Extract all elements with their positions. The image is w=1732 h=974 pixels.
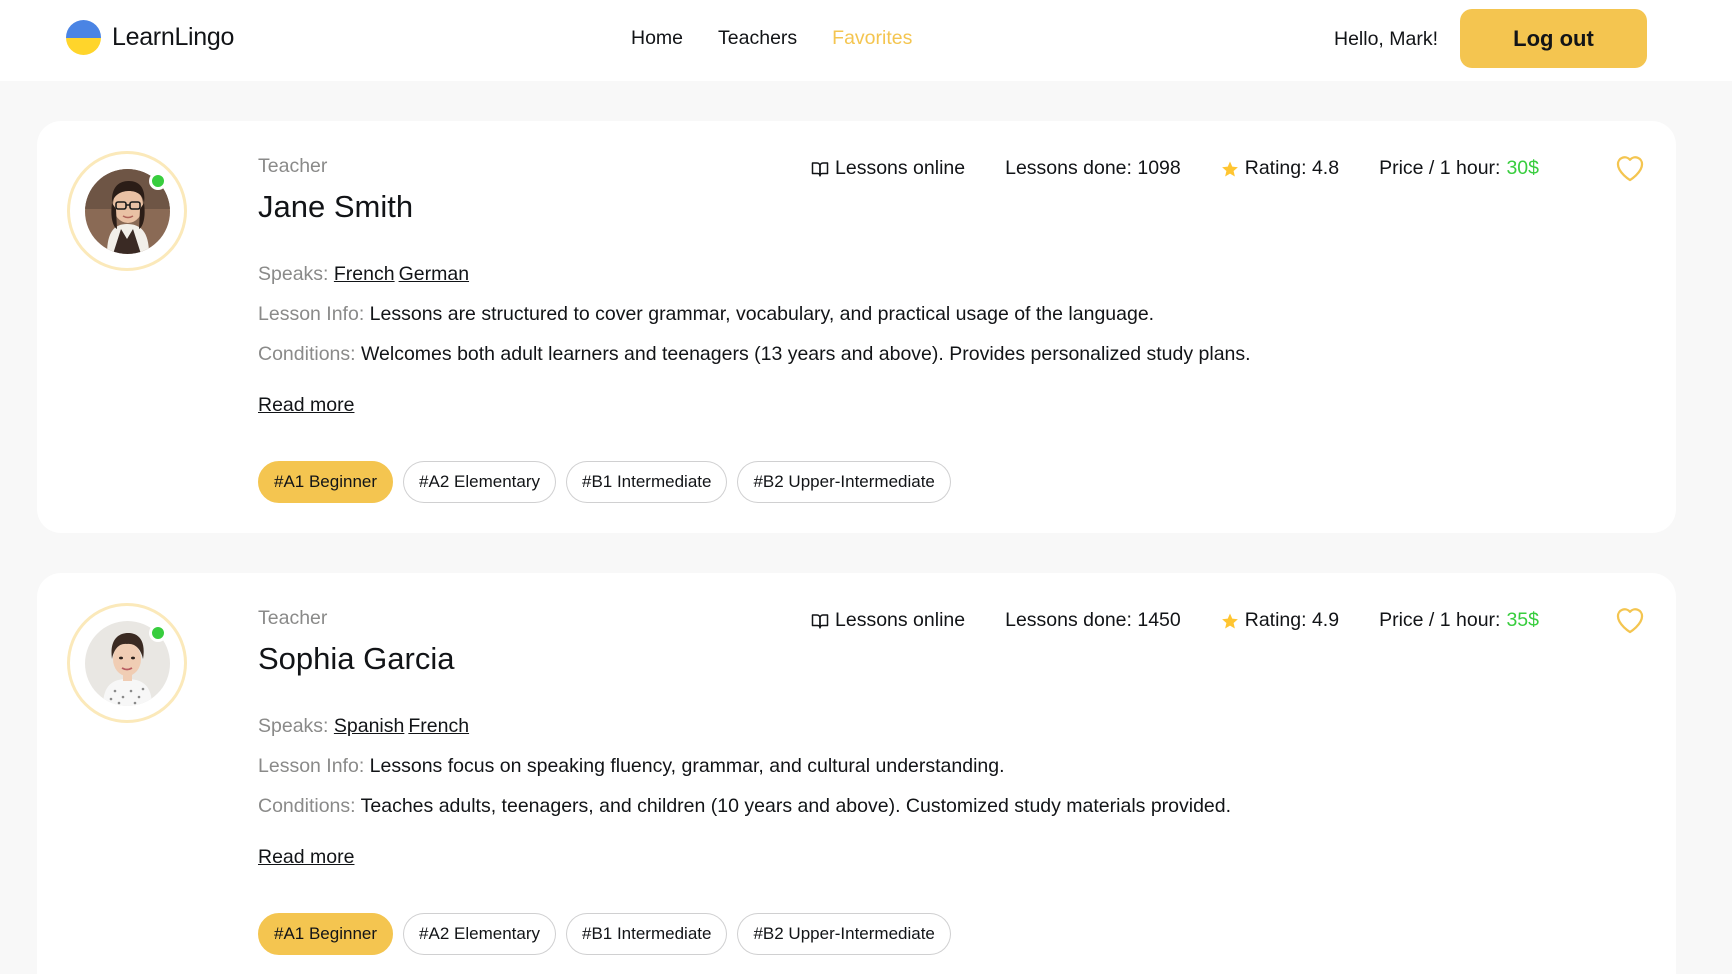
teacher-card: Teacher Sophia Garcia Lessons online Les… bbox=[37, 573, 1676, 974]
lessons-online-stat: Lessons online bbox=[811, 609, 965, 632]
book-open-icon bbox=[811, 613, 829, 628]
logout-button[interactable]: Log out bbox=[1460, 9, 1647, 68]
level-tag[interactable]: #A1 Beginner bbox=[258, 913, 394, 955]
nav-home[interactable]: Home bbox=[631, 27, 683, 50]
speaks-row: Speaks: Spanish French bbox=[258, 715, 473, 738]
teacher-name: Jane Smith bbox=[258, 189, 414, 224]
lesson-info-key: Lesson Info: bbox=[258, 303, 365, 325]
online-status-dot bbox=[149, 172, 167, 190]
rating-value: Rating: 4.8 bbox=[1244, 157, 1340, 179]
speaks-key: Speaks: bbox=[258, 715, 329, 737]
rating-stat: Rating: 4.9 bbox=[1221, 609, 1339, 632]
read-more-link[interactable]: Read more bbox=[258, 394, 354, 417]
language-link[interactable]: French bbox=[408, 715, 469, 737]
level-tag[interactable]: #B1 Intermediate bbox=[565, 461, 728, 503]
language-link[interactable]: French bbox=[334, 263, 395, 285]
nav-favorites[interactable]: Favorites bbox=[832, 27, 912, 50]
conditions-row: Conditions: Teaches adults, teenagers, a… bbox=[258, 795, 1231, 818]
price-label: Price / 1 hour: bbox=[1379, 157, 1501, 179]
lesson-info-text: Lessons focus on speaking fluency, gramm… bbox=[369, 755, 1005, 777]
level-tag[interactable]: #A2 Elementary bbox=[403, 913, 556, 955]
heart-outline-icon[interactable] bbox=[1613, 151, 1647, 185]
level-tag[interactable]: #B2 Upper-Intermediate bbox=[737, 913, 951, 955]
level-tag[interactable]: #A1 Beginner bbox=[258, 461, 394, 503]
teacher-label: Teacher bbox=[258, 607, 328, 629]
conditions-text: Welcomes both adult learners and teenage… bbox=[360, 343, 1251, 365]
level-tag[interactable]: #B2 Upper-Intermediate bbox=[737, 461, 951, 503]
ukraine-flag-icon bbox=[66, 20, 101, 55]
online-status-dot bbox=[149, 624, 167, 642]
lesson-info-key: Lesson Info: bbox=[258, 755, 365, 777]
level-tags: #A1 Beginner #A2 Elementary #B1 Intermed… bbox=[258, 913, 951, 955]
avatar-frame bbox=[67, 603, 187, 723]
lesson-info-row: Lesson Info: Lessons are structured to c… bbox=[258, 303, 1154, 326]
teacher-card: Teacher Jane Smith Lessons online Lesson… bbox=[37, 121, 1676, 533]
brand-name: LearnLingo bbox=[112, 23, 235, 51]
level-tags: #A1 Beginner #A2 Elementary #B1 Intermed… bbox=[258, 461, 951, 503]
conditions-key: Conditions: bbox=[258, 795, 356, 817]
teacher-stats: Lessons online Lessons done: 1098 Rating… bbox=[811, 157, 1539, 180]
logo[interactable]: LearnLingo bbox=[66, 20, 234, 55]
teacher-stats: Lessons online Lessons done: 1450 Rating… bbox=[811, 609, 1539, 632]
book-open-icon bbox=[811, 161, 829, 176]
conditions-row: Conditions: Welcomes both adult learners… bbox=[258, 343, 1251, 366]
lesson-info-row: Lesson Info: Lessons focus on speaking f… bbox=[258, 755, 1005, 778]
main-nav: Home Teachers Favorites bbox=[631, 27, 912, 50]
language-link[interactable]: German bbox=[399, 263, 469, 285]
user-greeting: Hello, Mark! bbox=[1334, 28, 1439, 50]
price-label: Price / 1 hour: bbox=[1379, 609, 1501, 631]
conditions-key: Conditions: bbox=[258, 343, 356, 365]
top-header: LearnLingo Home Teachers Favorites Hello… bbox=[0, 0, 1732, 81]
speaks-key: Speaks: bbox=[258, 263, 329, 285]
lessons-online-label: Lessons online bbox=[835, 157, 966, 179]
avatar-frame bbox=[67, 151, 187, 271]
level-tag[interactable]: #A2 Elementary bbox=[403, 461, 556, 503]
rating-value: Rating: 4.9 bbox=[1244, 609, 1340, 631]
price-stat: Price / 1 hour: 30$ bbox=[1379, 157, 1539, 180]
rating-stat: Rating: 4.8 bbox=[1221, 157, 1339, 180]
nav-teachers[interactable]: Teachers bbox=[718, 27, 797, 50]
price-value: 30$ bbox=[1506, 157, 1539, 179]
star-icon bbox=[1221, 613, 1238, 628]
price-value: 35$ bbox=[1506, 609, 1539, 631]
lessons-online-stat: Lessons online bbox=[811, 157, 965, 180]
lessons-done-stat: Lessons done: 1098 bbox=[1005, 157, 1181, 179]
lessons-online-label: Lessons online bbox=[835, 609, 966, 631]
star-icon bbox=[1221, 161, 1238, 176]
conditions-text: Teaches adults, teenagers, and children … bbox=[360, 795, 1232, 817]
lesson-info-text: Lessons are structured to cover grammar,… bbox=[369, 303, 1155, 325]
read-more-link[interactable]: Read more bbox=[258, 846, 354, 869]
teacher-label: Teacher bbox=[258, 155, 328, 177]
level-tag[interactable]: #B1 Intermediate bbox=[565, 913, 728, 955]
teacher-name: Sophia Garcia bbox=[258, 641, 455, 676]
speaks-row: Speaks: French German bbox=[258, 263, 473, 286]
heart-outline-icon[interactable] bbox=[1613, 603, 1647, 637]
language-link[interactable]: Spanish bbox=[334, 715, 404, 737]
price-stat: Price / 1 hour: 35$ bbox=[1379, 609, 1539, 632]
lessons-done-stat: Lessons done: 1450 bbox=[1005, 609, 1181, 631]
